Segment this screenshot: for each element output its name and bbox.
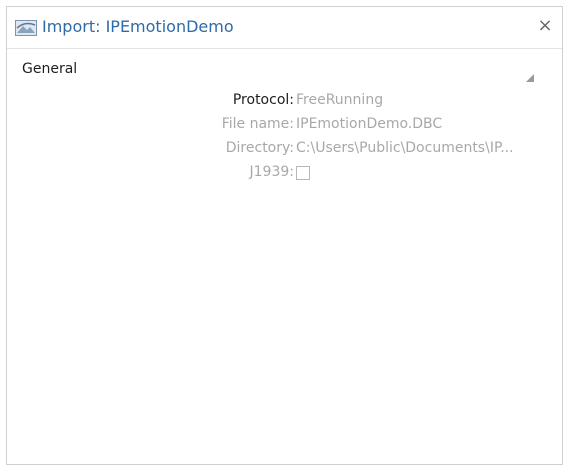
property-label: Protocol: <box>232 92 294 108</box>
property-value[interactable]: IPEmotionDemo.DBC <box>296 116 442 132</box>
property-row-j1939: J1939: <box>7 164 564 184</box>
panel-header: Import: IPEmotionDemo × <box>7 7 562 49</box>
property-label: Directory: <box>225 140 294 156</box>
property-value[interactable]: C:\Users\Public\Documents\IP... <box>296 140 514 156</box>
property-row-protocol: Protocol: FreeRunning <box>7 92 564 112</box>
section-title: General <box>22 61 78 77</box>
general-section-header[interactable]: General <box>7 57 562 83</box>
property-row-file-name: File name: IPEmotionDemo.DBC <box>7 116 564 136</box>
property-label: J1939: <box>249 164 294 180</box>
collapse-triangle-icon[interactable] <box>526 67 534 82</box>
import-properties-panel: Import: IPEmotionDemo × General Protocol… <box>6 6 563 465</box>
property-label: File name: <box>221 116 294 132</box>
import-dbc-icon <box>15 20 37 36</box>
property-value[interactable]: FreeRunning <box>296 92 383 108</box>
j1939-checkbox[interactable] <box>296 166 310 180</box>
panel-title: Import: IPEmotionDemo <box>42 17 234 36</box>
close-button[interactable]: × <box>536 16 554 36</box>
property-row-directory: Directory: C:\Users\Public\Documents\IP.… <box>7 140 564 160</box>
